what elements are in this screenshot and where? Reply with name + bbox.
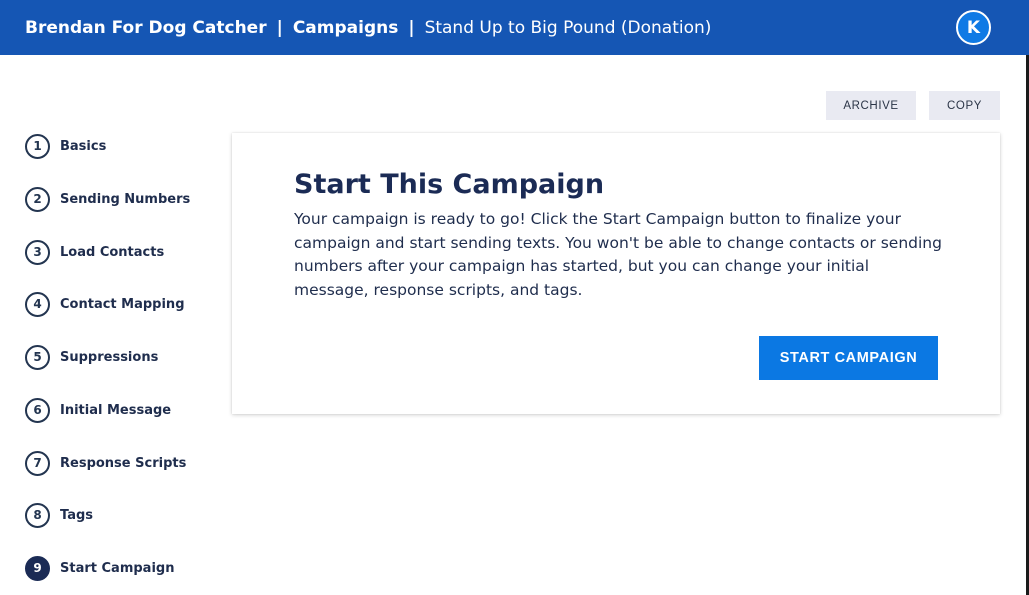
step-label: Load Contacts (60, 244, 165, 260)
breadcrumb-separator: | (276, 17, 283, 38)
start-campaign-card: Start This Campaign Your campaign is rea… (232, 133, 1000, 414)
user-avatar[interactable]: K (956, 10, 991, 45)
archive-button[interactable]: ARCHIVE (826, 91, 916, 120)
step-label: Start Campaign (60, 560, 175, 576)
card-description: Your campaign is ready to go! Click the … (294, 210, 942, 299)
step-number-active: 9 (25, 555, 50, 581)
step-contact-mapping[interactable]: 4 Contact Mapping (25, 291, 215, 317)
step-start-campaign[interactable]: 9 Start Campaign (25, 555, 215, 581)
breadcrumb-campaigns[interactable]: Campaigns (293, 18, 399, 38)
breadcrumb: Brendan For Dog Catcher | Campaigns | St… (25, 18, 711, 38)
step-number: 1 (25, 133, 50, 159)
step-label: Tags (60, 507, 94, 523)
step-initial-message[interactable]: 6 Initial Message (25, 397, 215, 423)
top-header-bar: Brendan For Dog Catcher | Campaigns | St… (0, 0, 1029, 55)
step-label: Basics (60, 138, 107, 154)
breadcrumb-campaign-name: Stand Up to Big Pound (Donation) (424, 17, 712, 38)
step-number: 2 (25, 186, 50, 212)
step-number: 6 (25, 397, 50, 423)
copy-button[interactable]: COPY (929, 91, 1000, 120)
card-title: Start This Campaign (294, 169, 605, 200)
step-number: 8 (25, 502, 50, 528)
step-sending-numbers[interactable]: 2 Sending Numbers (25, 186, 215, 212)
step-label: Response Scripts (60, 455, 187, 471)
step-suppressions[interactable]: 5 Suppressions (25, 344, 215, 370)
breadcrumb-separator: | (408, 17, 415, 38)
step-label: Sending Numbers (60, 191, 191, 207)
step-label: Suppressions (60, 349, 159, 365)
step-number: 7 (25, 450, 50, 476)
step-label: Contact Mapping (60, 296, 185, 312)
step-basics[interactable]: 1 Basics (25, 133, 215, 159)
step-response-scripts[interactable]: 7 Response Scripts (25, 450, 215, 476)
step-label: Initial Message (60, 402, 172, 418)
step-number: 3 (25, 239, 50, 265)
start-campaign-button[interactable]: START CAMPAIGN (759, 336, 938, 380)
step-load-contacts[interactable]: 3 Load Contacts (25, 239, 215, 265)
step-number: 4 (25, 291, 50, 317)
step-number: 5 (25, 344, 50, 370)
breadcrumb-org[interactable]: Brendan For Dog Catcher (25, 18, 267, 38)
step-tags[interactable]: 8 Tags (25, 502, 215, 528)
